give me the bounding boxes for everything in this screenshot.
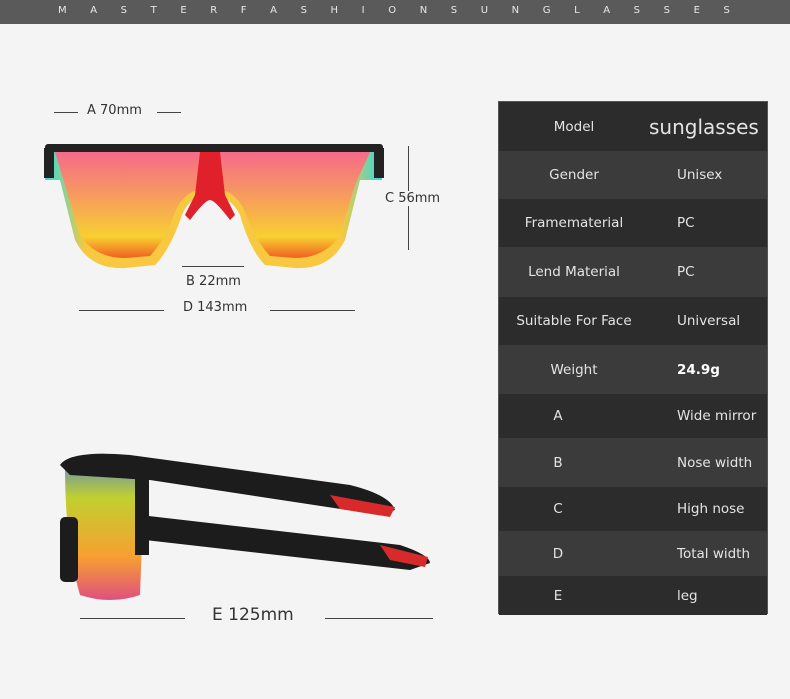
spec-value: 24.9g (677, 361, 720, 378)
brand-letter: U (480, 5, 489, 16)
brand-letter: S (450, 5, 458, 16)
spec-row: D Total width (499, 531, 767, 576)
brand-text: MASTERFASHIONSUNGLASSES (58, 5, 730, 16)
brand-letter: E (180, 5, 187, 16)
spec-row: Model sunglasses (499, 102, 767, 151)
spec-row: Framematerial PC (499, 199, 767, 247)
brand-letter: H (330, 5, 339, 16)
brand-letter: F (240, 5, 247, 16)
dim-e-arrow-left (80, 618, 185, 619)
spec-value: Total width (677, 545, 751, 562)
brand-letter: N (419, 5, 428, 16)
brand-letter: T (150, 5, 157, 16)
dim-a-arrow-right (157, 112, 181, 113)
dim-e-arrow-right (325, 618, 433, 619)
dim-a-arrow-left (54, 112, 78, 113)
brand-letter: R (210, 5, 218, 16)
brand-letter: O (388, 5, 397, 16)
brand-letter: G (542, 5, 551, 16)
spec-value: PC (677, 264, 695, 280)
spec-key: Framematerial (524, 215, 624, 231)
brand-letter: A (603, 5, 611, 16)
spec-key: C (553, 501, 563, 517)
dim-c-label: C 56mm (385, 191, 441, 206)
brand-letter: L (574, 5, 580, 16)
spec-row: A Wide mirror (499, 394, 767, 438)
brand-letter: A (90, 5, 98, 16)
spec-key: E (553, 587, 563, 604)
dim-b-label: B 22mm (186, 274, 241, 289)
front-view-sunglasses-image (44, 144, 384, 269)
brand-letter: S (120, 5, 128, 16)
dim-d-arrow-left (79, 310, 164, 311)
spec-key: Suitable For Face (516, 313, 632, 329)
spec-key: Weight (550, 361, 598, 378)
spec-value: sunglasses (649, 114, 759, 139)
dim-d-label: D 143mm (183, 300, 248, 315)
spec-value: Wide mirror (677, 408, 757, 424)
spec-value: Universal (677, 313, 741, 329)
dim-e-label: E 125mm (212, 605, 294, 625)
side-view-sunglasses-image (60, 453, 430, 600)
brand-letter: S (723, 5, 730, 16)
spec-key: Lend Material (528, 264, 620, 280)
spec-row: Suitable For Face Universal (499, 297, 767, 345)
spec-key: Gender (549, 167, 599, 183)
brand-letter: S (300, 5, 307, 16)
spec-value: leg (677, 587, 698, 604)
brand-letter: N (511, 5, 520, 16)
spec-value: Nose width (677, 454, 753, 471)
brand-letter: I (361, 5, 365, 16)
spec-table: Model sunglasses Gender Unisex Framematerial… (498, 101, 768, 615)
brand-letter: M (58, 5, 67, 16)
spec-value: High nose (677, 501, 745, 517)
brand-letter: E (693, 5, 700, 16)
spec-value: Unisex (677, 167, 723, 183)
spec-row: B Nose width (499, 438, 767, 487)
spec-key: A (553, 408, 563, 424)
spec-key: B (553, 454, 563, 471)
spec-key: D (552, 545, 564, 562)
spec-row: Lend Material PC (499, 247, 767, 297)
brand-letter: S (633, 5, 641, 16)
spec-row: Weight 24.9g (499, 345, 767, 394)
brand-letter: S (663, 5, 670, 16)
dim-a-label: A 70mm (87, 103, 142, 118)
spec-row: Eleg (499, 576, 767, 615)
brand-letter: A (270, 5, 277, 16)
spec-row: Gender Unisex (499, 151, 767, 199)
spec-value: PC (677, 215, 695, 231)
dim-b-arrow (182, 266, 244, 267)
dim-d-arrow-right (270, 310, 355, 311)
spec-key: Model (553, 118, 595, 135)
spec-row: C High nose (499, 487, 767, 531)
brand-banner: MASTERFASHIONSUNGLASSES (0, 0, 790, 24)
